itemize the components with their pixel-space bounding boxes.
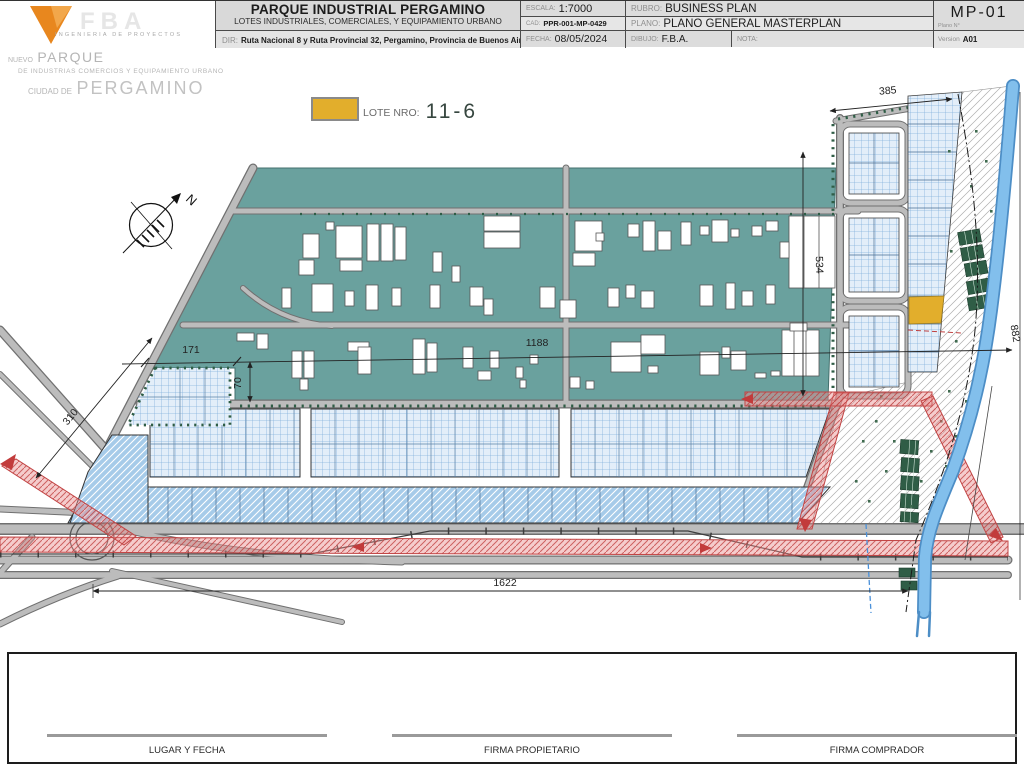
- lot-row-2: [67, 486, 832, 524]
- signature-field-lugar-fecha: LUGAR Y FECHA: [47, 734, 327, 758]
- logo-tagline: INGENIERIA DE PROYECTOS: [55, 32, 182, 38]
- north-arrow-icon: N: [122, 191, 200, 254]
- dir-label: DIR:: [222, 35, 238, 45]
- rubro-label: RUBRO:: [631, 4, 663, 13]
- project-title: PARQUE INDUSTRIAL PERGAMINO: [250, 2, 486, 17]
- signature-label: LUGAR Y FECHA: [148, 745, 226, 756]
- rubro-value: BUSINESS PLAN: [665, 2, 757, 15]
- version-value: A01: [962, 35, 978, 44]
- lot-legend-value: 11-6: [425, 100, 479, 123]
- lot-row-1: [149, 408, 831, 478]
- dim-385: 385: [878, 84, 897, 97]
- signature-line: [392, 734, 672, 737]
- escala-label: ESCALA:: [526, 5, 556, 12]
- watermark-parque: PARQUE: [37, 49, 105, 65]
- dim-882: 882: [1008, 324, 1023, 343]
- signature-label: FIRMA PROPIETARIO: [484, 745, 580, 756]
- cad-label: CAD:: [526, 20, 541, 27]
- dim-534: 534: [813, 256, 826, 274]
- dim-70: 70: [232, 377, 244, 389]
- fecha-value: 08/05/2024: [554, 33, 608, 45]
- project-title-cell: PARQUE INDUSTRIAL PERGAMINO LOTES INDUST…: [215, 1, 520, 48]
- sheet-number-cell: MP-01 Plano N° Version A01: [933, 1, 1024, 48]
- masterplan-sheet: 385 534 882 1188 171 70 310 1622 N FBA I: [0, 0, 1024, 768]
- cad-value: PPR-001-MP-0429: [543, 19, 607, 28]
- north-label: N: [183, 191, 200, 208]
- logo-brand-text: FBA: [80, 8, 147, 35]
- sheet-code: MP-01: [950, 4, 1008, 21]
- signature-label: FIRMA COMPRADOR: [829, 745, 925, 756]
- dibujo-label: DIBUJO:: [631, 35, 659, 43]
- right-lot-column-1: [848, 132, 900, 388]
- signature-box: LUGAR Y FECHA FIRMA PROPIETARIO FIRMA CO…: [7, 652, 1017, 764]
- project-subtitle: LOTES INDUSTRIALES, COMERCIALES, Y EQUIP…: [234, 16, 502, 26]
- sheet-number-label: Plano N°: [938, 23, 960, 29]
- version-label: Version: [938, 36, 960, 43]
- watermark-line2: DE INDUSTRIAS COMERCIOS Y EQUIPAMIENTO U…: [18, 68, 224, 75]
- scale-date-cell: ESCALA: 1:7000 CAD: PPR-001-MP-0429 FECH…: [520, 1, 625, 48]
- signature-line: [47, 734, 327, 737]
- signature-field-propietario: FIRMA PROPIETARIO: [392, 734, 672, 758]
- escala-value: 1:7000: [558, 2, 593, 15]
- fecha-label: FECHA:: [526, 35, 552, 43]
- nota-label: NOTA:: [737, 35, 758, 43]
- dim-171: 171: [182, 344, 200, 356]
- lot-legend: LOTE NRO: 11-6: [311, 97, 479, 123]
- watermark-pergamino: PERGAMINO: [76, 77, 205, 98]
- project-watermark: NUEVO PARQUE DE INDUSTRIAS COMERCIOS Y E…: [8, 50, 224, 98]
- dir-value: Ruta Nacional 8 y Ruta Provincial 32, Pe…: [241, 35, 520, 45]
- stream-dashed: [865, 523, 872, 614]
- plano-label: PLANO:: [631, 19, 661, 28]
- lot-11-6-highlight: [908, 295, 945, 325]
- plano-value: PLANO GENERAL MASTERPLAN: [663, 17, 842, 30]
- company-logo-icon: FBA INGENIERIA DE PROYECTOS: [30, 6, 182, 44]
- logo-cell: FBA INGENIERIA DE PROYECTOS: [0, 1, 215, 48]
- lot-color-swatch: [311, 97, 359, 121]
- dibujo-value: F.B.A.: [661, 33, 689, 45]
- watermark-ciudad-de: CIUDAD DE: [28, 86, 73, 96]
- signature-field-comprador: FIRMA COMPRADOR: [737, 734, 1017, 758]
- title-block: FBA INGENIERIA DE PROYECTOS PARQUE INDUS…: [0, 0, 1024, 48]
- signature-line: [737, 734, 1017, 737]
- watermark-nuevo: NUEVO: [8, 57, 33, 64]
- dim-1188: 1188: [526, 337, 549, 349]
- lot-legend-label: LOTE NRO:: [363, 107, 420, 119]
- dim-1622: 1622: [493, 577, 517, 589]
- plan-info-cell: RUBRO: BUSINESS PLAN PLANO: PLANO GENERA…: [625, 1, 933, 48]
